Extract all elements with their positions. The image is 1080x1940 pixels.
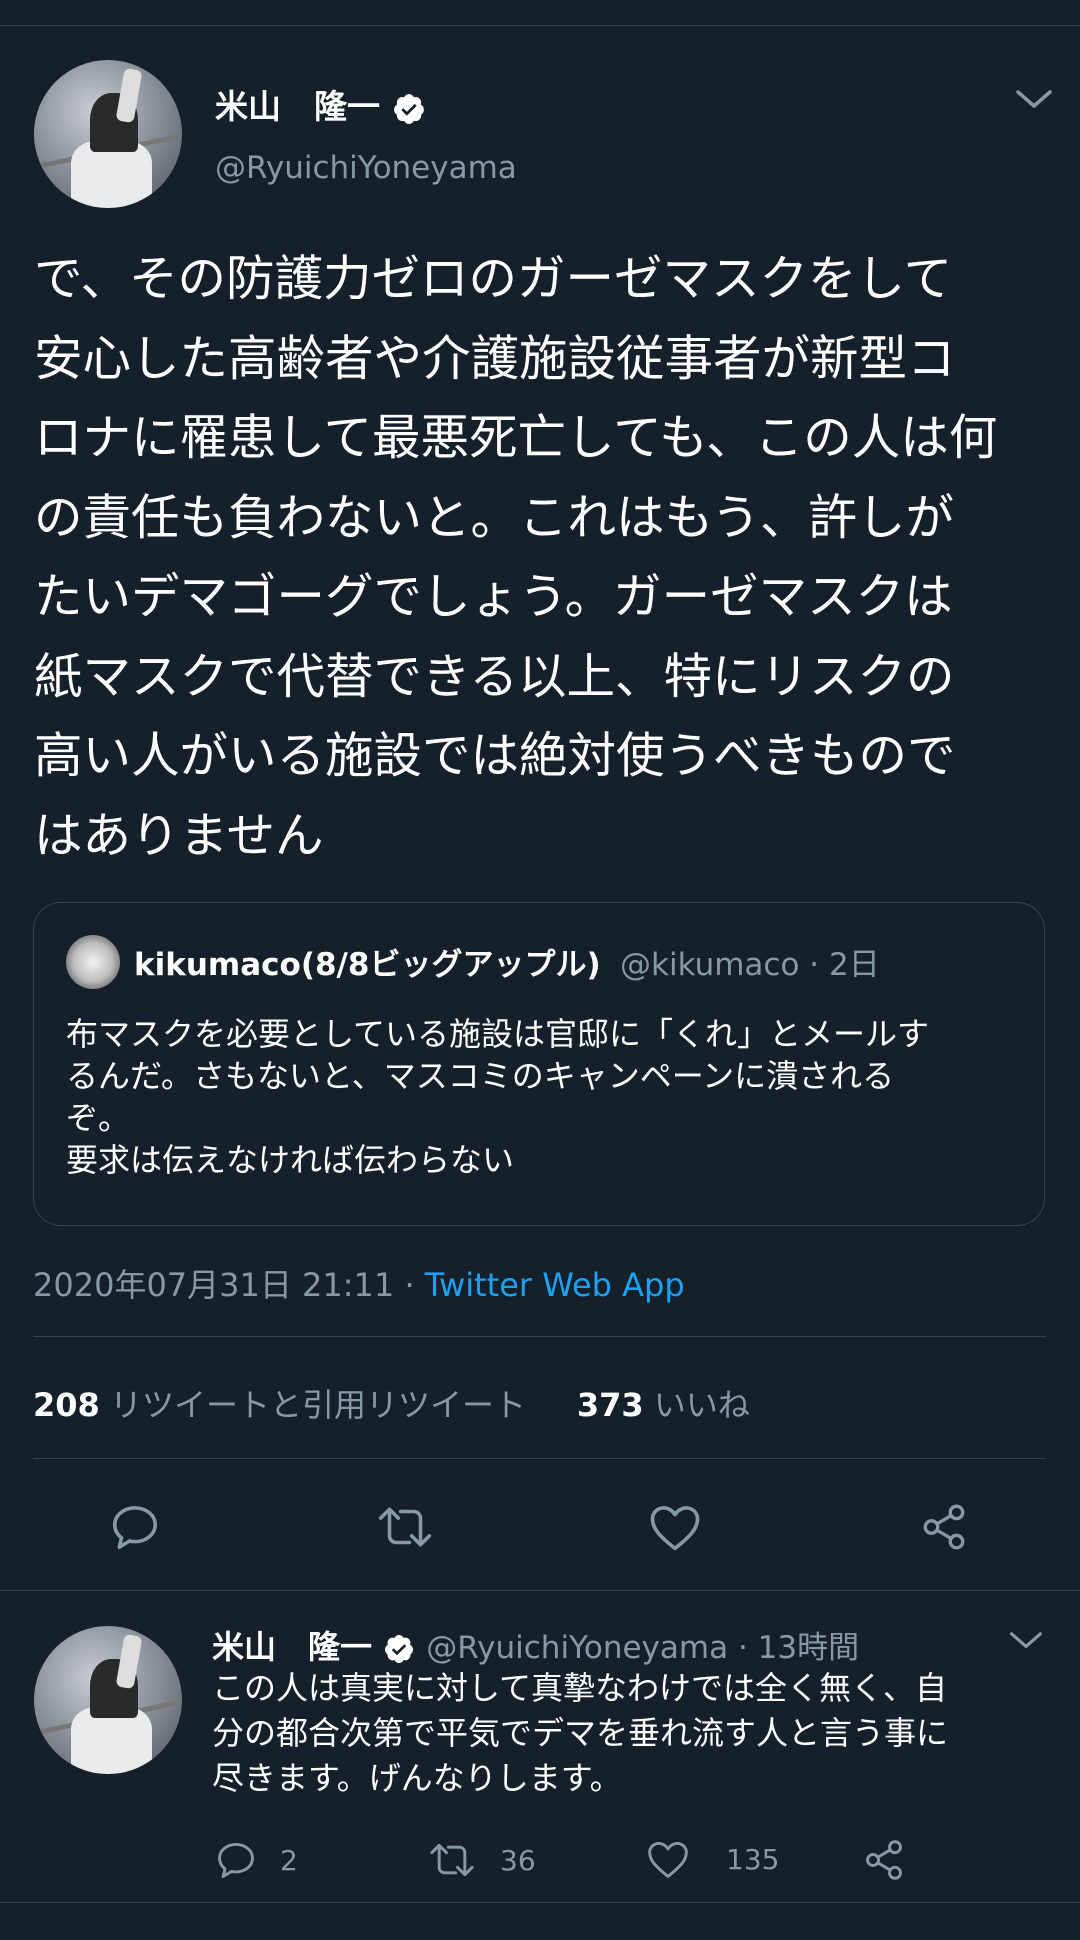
like-count: 135 <box>726 1842 780 1876</box>
reply-author-avatar[interactable] <box>34 1626 182 1774</box>
reply-text-line: この人は真実に対して真摯なわけでは全く無く、自 <box>212 1669 948 1707</box>
author-name-row[interactable]: 米山 隆一 <box>215 80 426 128</box>
divider <box>0 1902 1080 1903</box>
retweet-label: リツイートと引用リツイート <box>109 1386 526 1424</box>
reply-text-line: 分の都合次第で平気でデマを垂れ流す人と言う事に <box>212 1714 949 1752</box>
reply-icon[interactable] <box>214 1838 258 1882</box>
reply-author-name[interactable]: 米山 隆一 <box>212 1628 372 1666</box>
reply-count: 2 <box>280 1843 298 1877</box>
tweet-timestamp: 2020年07月31日 21:11 · Twitter Web App <box>33 1260 685 1306</box>
chevron-down-icon[interactable] <box>1008 1630 1044 1652</box>
retweet-action[interactable]: 36 <box>426 1838 536 1882</box>
share-icon[interactable] <box>918 1502 970 1552</box>
reply-author-row[interactable]: 米山 隆一 @RyuichiYoneyama · 13時間 <box>212 1622 859 1668</box>
retweets-stat[interactable]: 208 リツイートと引用リツイート <box>33 1386 526 1424</box>
quoted-tweet-body: 布マスクを必要としている施設は官邸に「くれ」とメールす るんだ。さもないと、マス… <box>66 1013 1016 1181</box>
timestamp-text: 2020年07月31日 21:11 · <box>33 1266 425 1304</box>
engagement-stats: 208 リツイートと引用リツイート 373 いいね <box>33 1380 750 1426</box>
divider <box>33 1336 1046 1337</box>
tweet-text-line: 紙マスクで代替できる以上、特にリスクの <box>34 648 955 705</box>
tweet-text-line: 高い人がいる施設では絶対使うべきもので <box>34 728 956 784</box>
author-name[interactable]: 米山 隆一 <box>215 87 380 126</box>
quoted-tweet-meta: @kikumaco · 2日 <box>620 947 880 983</box>
verified-badge-icon <box>385 1635 414 1663</box>
retweet-icon[interactable] <box>426 1838 478 1882</box>
reply-meta: @RyuichiYoneyama · 13時間 <box>426 1630 860 1666</box>
reply-text-line: 尽きます。げんなりします。 <box>212 1759 622 1797</box>
divider <box>33 1458 1046 1459</box>
reply-tweet-text: この人は真実に対して真摯なわけでは全く無く、自 分の都合次第で平気でデマを垂れ流… <box>212 1666 1042 1801</box>
top-divider <box>0 25 1080 26</box>
divider <box>0 1590 1080 1591</box>
tweet-text-line: ロナに罹患して最悪死亡しても、この人は何 <box>34 410 998 466</box>
reply-icon[interactable] <box>108 1500 162 1554</box>
like-action[interactable]: 135 <box>646 1838 779 1880</box>
verified-badge-icon <box>393 93 424 124</box>
reply-action[interactable]: 2 <box>214 1838 298 1882</box>
like-icon[interactable] <box>648 1502 702 1552</box>
chevron-down-icon[interactable] <box>1014 88 1054 112</box>
quoted-body-line: 要求は伝えなければ伝わらない <box>66 1141 515 1179</box>
author-handle[interactable]: @RyuichiYoneyama <box>215 150 517 186</box>
likes-stat[interactable]: 373 いいね <box>577 1386 750 1424</box>
share-icon[interactable] <box>862 1838 906 1882</box>
quoted-body-line: るんだ。さもないと、マスコミのキャンペーンに潰される <box>66 1057 895 1095</box>
tweet-text-line: の責任も負わないと。これはもう、許しが <box>34 489 955 546</box>
tweet-text-line: はありません <box>34 807 324 864</box>
tweet-text-line: たいデマゴーグでしょう。ガーゼマスクは <box>34 569 953 625</box>
like-count: 373 <box>576 1386 644 1424</box>
tweet-text: で、その防護力ゼロのガーゼマスクをして 安心した高齢者や介護施設従事者が新型コ … <box>34 240 1054 876</box>
retweet-icon[interactable] <box>374 1500 436 1554</box>
quoted-author-avatar <box>66 935 120 989</box>
quoted-tweet-card[interactable]: kikumaco(8/8ビッグアップル) @kikumaco · 2日 布マスク… <box>33 902 1045 1226</box>
source-link[interactable]: Twitter Web App <box>425 1266 685 1304</box>
tweet-text-line: で、その防護力ゼロのガーゼマスクをして <box>34 251 953 307</box>
retweet-count: 36 <box>500 1843 536 1877</box>
like-label: いいね <box>653 1386 750 1424</box>
quoted-body-line: 布マスクを必要としている施設は官邸に「くれ」とメールす <box>66 1015 930 1053</box>
like-icon[interactable] <box>646 1838 690 1880</box>
quoted-body-line: ぞ。 <box>66 1099 131 1137</box>
quoted-author-name: kikumaco(8/8ビッグアップル) <box>134 947 601 983</box>
tweet-text-line: 安心した高齢者や介護施設従事者が新型コ <box>34 330 956 387</box>
author-avatar[interactable] <box>34 60 182 208</box>
share-action[interactable] <box>862 1838 906 1882</box>
retweet-count: 208 <box>33 1386 100 1424</box>
